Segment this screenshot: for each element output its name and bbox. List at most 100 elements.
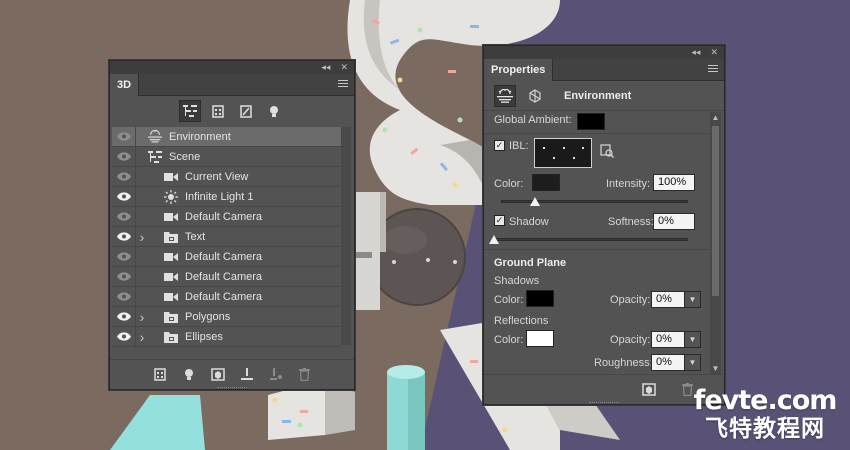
layers-scrollbar[interactable] (341, 127, 351, 345)
materials-filter-icon[interactable] (235, 100, 257, 122)
panel-3d-tabbar: 3D (110, 74, 354, 96)
visibility-eye-icon[interactable] (112, 286, 136, 307)
layer-name: Current View (185, 170, 249, 183)
filter-bar (110, 96, 354, 126)
visibility-eye-icon[interactable] (112, 226, 136, 247)
close-icon[interactable]: ✕ (340, 62, 348, 73)
layer-row[interactable]: Default Camera (112, 206, 341, 227)
chevron-down-icon[interactable]: ▼ (684, 354, 701, 371)
layer-row[interactable]: › Polygons (112, 306, 341, 327)
layer-row[interactable]: Current View (112, 166, 341, 187)
intensity-slider-thumb[interactable] (529, 197, 540, 206)
properties-bottom-bar (484, 374, 724, 404)
chevron-right-icon[interactable]: › (136, 327, 148, 347)
layer-row[interactable]: › Text (112, 226, 341, 247)
reflections-opacity-input[interactable]: 0% (651, 331, 685, 348)
layer-spacer (136, 187, 148, 207)
mesh-folder-icon (164, 330, 178, 344)
chevron-right-icon[interactable]: › (136, 307, 148, 327)
global-ambient-swatch[interactable] (577, 113, 605, 130)
infinite-light-icon (164, 189, 178, 204)
mesh-folder-icon (164, 310, 178, 324)
scroll-up-icon[interactable]: ▲ (710, 112, 721, 123)
ibl-texture-thumbnail[interactable] (534, 138, 592, 168)
tab-3d[interactable]: 3D (110, 74, 140, 96)
split-mesh-icon[interactable] (267, 366, 285, 384)
layer-row[interactable]: Environment (112, 126, 341, 147)
drop-to-ground-icon[interactable] (238, 366, 256, 384)
scene-light-icon[interactable] (524, 85, 546, 107)
lights-filter-icon[interactable] (263, 100, 285, 122)
panel-resize-grip[interactable] (217, 387, 247, 390)
visibility-eye-icon[interactable] (112, 246, 136, 267)
render-icon[interactable] (209, 366, 227, 384)
visibility-eye-icon[interactable] (112, 126, 136, 147)
chevron-down-icon[interactable]: ▼ (684, 331, 701, 348)
reflections-section-label: Reflections (494, 315, 549, 327)
add-mesh-icon[interactable] (151, 366, 169, 384)
visibility-eye-icon[interactable] (112, 186, 136, 207)
layer-row[interactable]: Default Camera (112, 286, 341, 307)
softness-label: Softness: (608, 216, 654, 228)
shadows-opacity-input[interactable]: 0% (651, 291, 685, 308)
visibility-eye-icon[interactable] (112, 146, 136, 167)
collapse-icon[interactable]: ◂◂ (321, 62, 330, 73)
render-icon[interactable] (640, 381, 658, 399)
panel-menu-icon[interactable] (338, 80, 348, 89)
mesh-folder-icon (164, 230, 178, 244)
reflections-color-swatch[interactable] (526, 330, 554, 347)
ibl-color-label: Color: (494, 178, 524, 190)
scroll-thumb[interactable] (712, 126, 719, 296)
reflections-color-label: Color: (494, 334, 524, 346)
panel-3d-topbar[interactable]: ◂◂ ✕ (110, 61, 354, 74)
layer-spacer (136, 167, 148, 187)
panel-menu-icon[interactable] (708, 65, 718, 74)
shadows-color-swatch[interactable] (526, 290, 554, 307)
visibility-eye-icon[interactable] (112, 206, 136, 227)
softness-slider-thumb[interactable] (489, 235, 499, 244)
watermark-domain: fevte.com (690, 386, 840, 416)
shadow-checkbox[interactable]: ✓ (494, 215, 505, 226)
tab-properties[interactable]: Properties (484, 59, 554, 81)
ibl-checkbox[interactable]: ✓ (494, 140, 505, 151)
layer-row[interactable]: Scene (112, 146, 341, 167)
layer-name: Text (185, 230, 206, 243)
layer-name: Default Camera (185, 210, 263, 223)
close-icon[interactable]: ✕ (710, 47, 718, 58)
reflections-opacity-label: Opacity: (610, 334, 651, 346)
trash-icon[interactable] (296, 366, 314, 384)
checkmark-icon: ✓ (495, 215, 504, 225)
layer-row[interactable]: Default Camera (112, 266, 341, 287)
softness-input[interactable]: 0% (653, 213, 695, 230)
scroll-down-icon[interactable]: ▼ (710, 363, 721, 374)
visibility-eye-icon[interactable] (112, 166, 136, 187)
visibility-eye-icon[interactable] (112, 266, 136, 287)
layer-name: Environment (169, 130, 231, 143)
panel-properties-topbar[interactable]: ◂◂ ✕ (484, 46, 724, 59)
layer-row[interactable]: Default Camera (112, 246, 341, 267)
intensity-input[interactable]: 100% (653, 174, 695, 191)
layer-row[interactable]: Infinite Light 1 (112, 186, 341, 207)
visibility-eye-icon[interactable] (112, 326, 136, 347)
layer-row[interactable]: › Ellipses (112, 326, 341, 347)
visibility-eye-icon[interactable] (112, 306, 136, 327)
chevron-down-icon[interactable]: ▼ (684, 291, 701, 308)
collapse-icon[interactable]: ◂◂ (691, 47, 700, 58)
meshes-filter-icon[interactable] (207, 100, 229, 122)
whole-scene-filter-icon[interactable] (179, 100, 201, 122)
camera-icon (164, 270, 178, 284)
ibl-edit-texture-icon[interactable] (600, 144, 614, 158)
softness-slider-track[interactable] (494, 238, 688, 241)
watermark-chinese: 飞特教程网 (705, 416, 825, 442)
properties-scrollbar[interactable]: ▲ ▼ (710, 112, 721, 374)
panel-resize-grip[interactable] (589, 402, 619, 405)
environment-icon[interactable] (494, 84, 516, 107)
add-light-icon[interactable] (180, 366, 198, 384)
roughness-input[interactable]: 0% (651, 354, 685, 371)
ibl-color-swatch[interactable] (532, 174, 560, 191)
chevron-right-icon[interactable]: › (136, 227, 148, 247)
checkmark-icon: ✓ (495, 140, 504, 150)
panel-3d: ◂◂ ✕ 3D Environment Scene Current View Infi… (109, 60, 355, 390)
layer-spacer (136, 127, 148, 147)
layer-spacer (136, 207, 148, 227)
